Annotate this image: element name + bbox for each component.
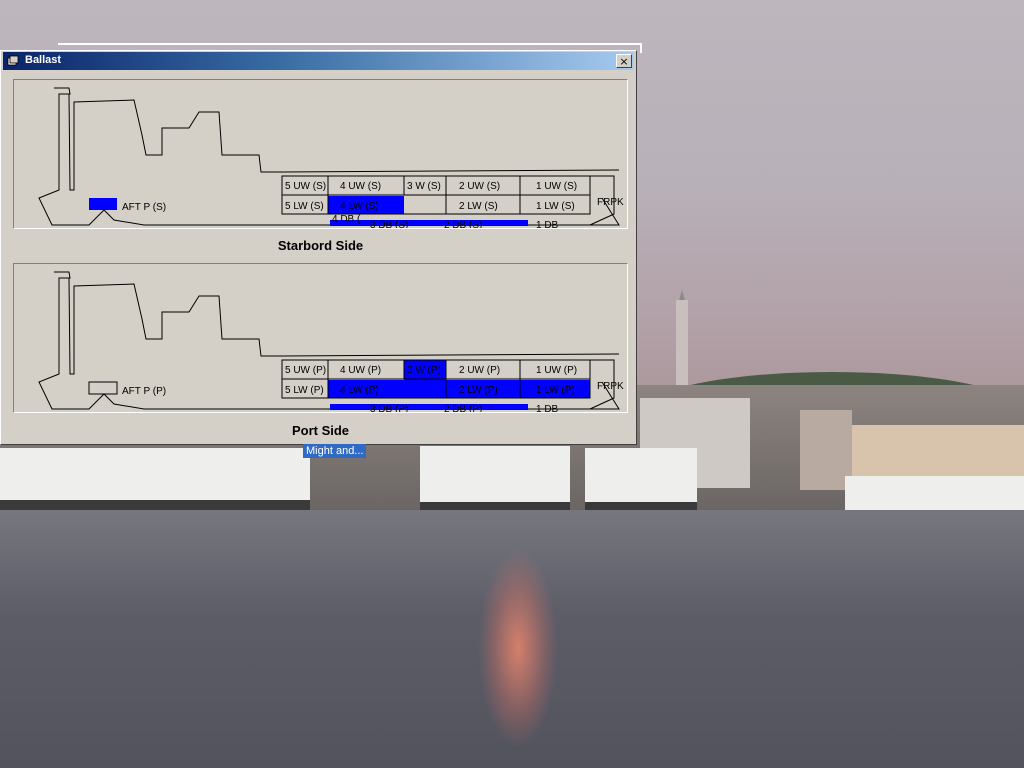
- title-bar[interactable]: Ballast ×: [3, 52, 634, 70]
- tank-1uw: 1 UW (P): [536, 365, 577, 376]
- window-icon: [7, 55, 19, 66]
- tank-1db: 1 DB: [536, 404, 559, 412]
- tank-1lw: 1 LW (S): [536, 201, 575, 212]
- close-button[interactable]: ×: [616, 54, 632, 68]
- aft-tank-label: AFT P (S): [122, 202, 166, 213]
- fore-peak-label: FRPK: [597, 381, 624, 392]
- tank-3db: 3 DB (P): [370, 404, 408, 412]
- aft-tank-box: [88, 381, 118, 395]
- fore-peak-label: FRPK: [597, 197, 624, 208]
- tank-3db: 3 DB (S): [370, 220, 408, 228]
- tank-2db: 2 DB (P): [444, 404, 482, 412]
- tank-2uw: 2 UW (S): [459, 181, 500, 192]
- ferry: [0, 448, 310, 510]
- tank-2lw: 2 LW (P): [459, 385, 498, 396]
- tank-5lw: 5 LW (S): [285, 201, 324, 212]
- aft-tank-box: [89, 198, 117, 210]
- tank-2uw: 2 UW (P): [459, 365, 500, 376]
- tank-2db: 2 DB (S): [444, 220, 482, 228]
- tank-4uw: 4 UW (P): [340, 365, 381, 376]
- desktop-item-label[interactable]: Might and...: [303, 444, 367, 458]
- tank-1lw: 1 LW (P): [536, 385, 575, 396]
- tank-1uw: 1 UW (S): [536, 181, 577, 192]
- port-caption: Port Side: [291, 423, 350, 438]
- tank-5uw: 5 UW (P): [285, 365, 326, 376]
- tank-3w: 3 W (S): [407, 181, 441, 192]
- window-title: Ballast: [25, 54, 62, 66]
- tank-5uw: 5 UW (S): [285, 181, 326, 192]
- tank-4lw: 4 LW (P): [340, 385, 379, 396]
- tank-4db: 4 DB (: [332, 214, 361, 225]
- sun-glare: [478, 548, 558, 748]
- aft-tank-label: AFT P (P): [122, 386, 166, 397]
- ferry: [420, 446, 570, 512]
- port-panel: AFT P (P) 5 UW (P) 4 UW (P) 3 W (P) 2 UW…: [13, 263, 628, 413]
- starboard-caption: Starbord Side: [277, 238, 364, 253]
- tank-2lw: 2 LW (S): [459, 201, 498, 212]
- tank-3w: 3 W (P): [407, 365, 441, 376]
- minaret: [676, 300, 688, 386]
- tank-4uw: 4 UW (S): [340, 181, 381, 192]
- ballast-window[interactable]: Ballast × AFT P (S) 5 UW (S) 4 UW (S) 3 …: [0, 50, 637, 445]
- tank-5lw: 5 LW (P): [285, 385, 324, 396]
- fill-db: [330, 404, 528, 410]
- port-diagram: AFT P (P) 5 UW (P) 4 UW (P) 3 W (P) 2 UW…: [38, 271, 624, 412]
- ferry: [585, 448, 697, 512]
- tank-1db: 1 DB: [536, 220, 559, 228]
- tank-4lw: 4 LW (S): [340, 201, 379, 212]
- starboard-panel: AFT P (S) 5 UW (S) 4 UW (S) 3 W (S) 2 UW…: [13, 79, 628, 229]
- starboard-diagram: AFT P (S) 5 UW (S) 4 UW (S) 3 W (S) 2 UW…: [38, 87, 624, 228]
